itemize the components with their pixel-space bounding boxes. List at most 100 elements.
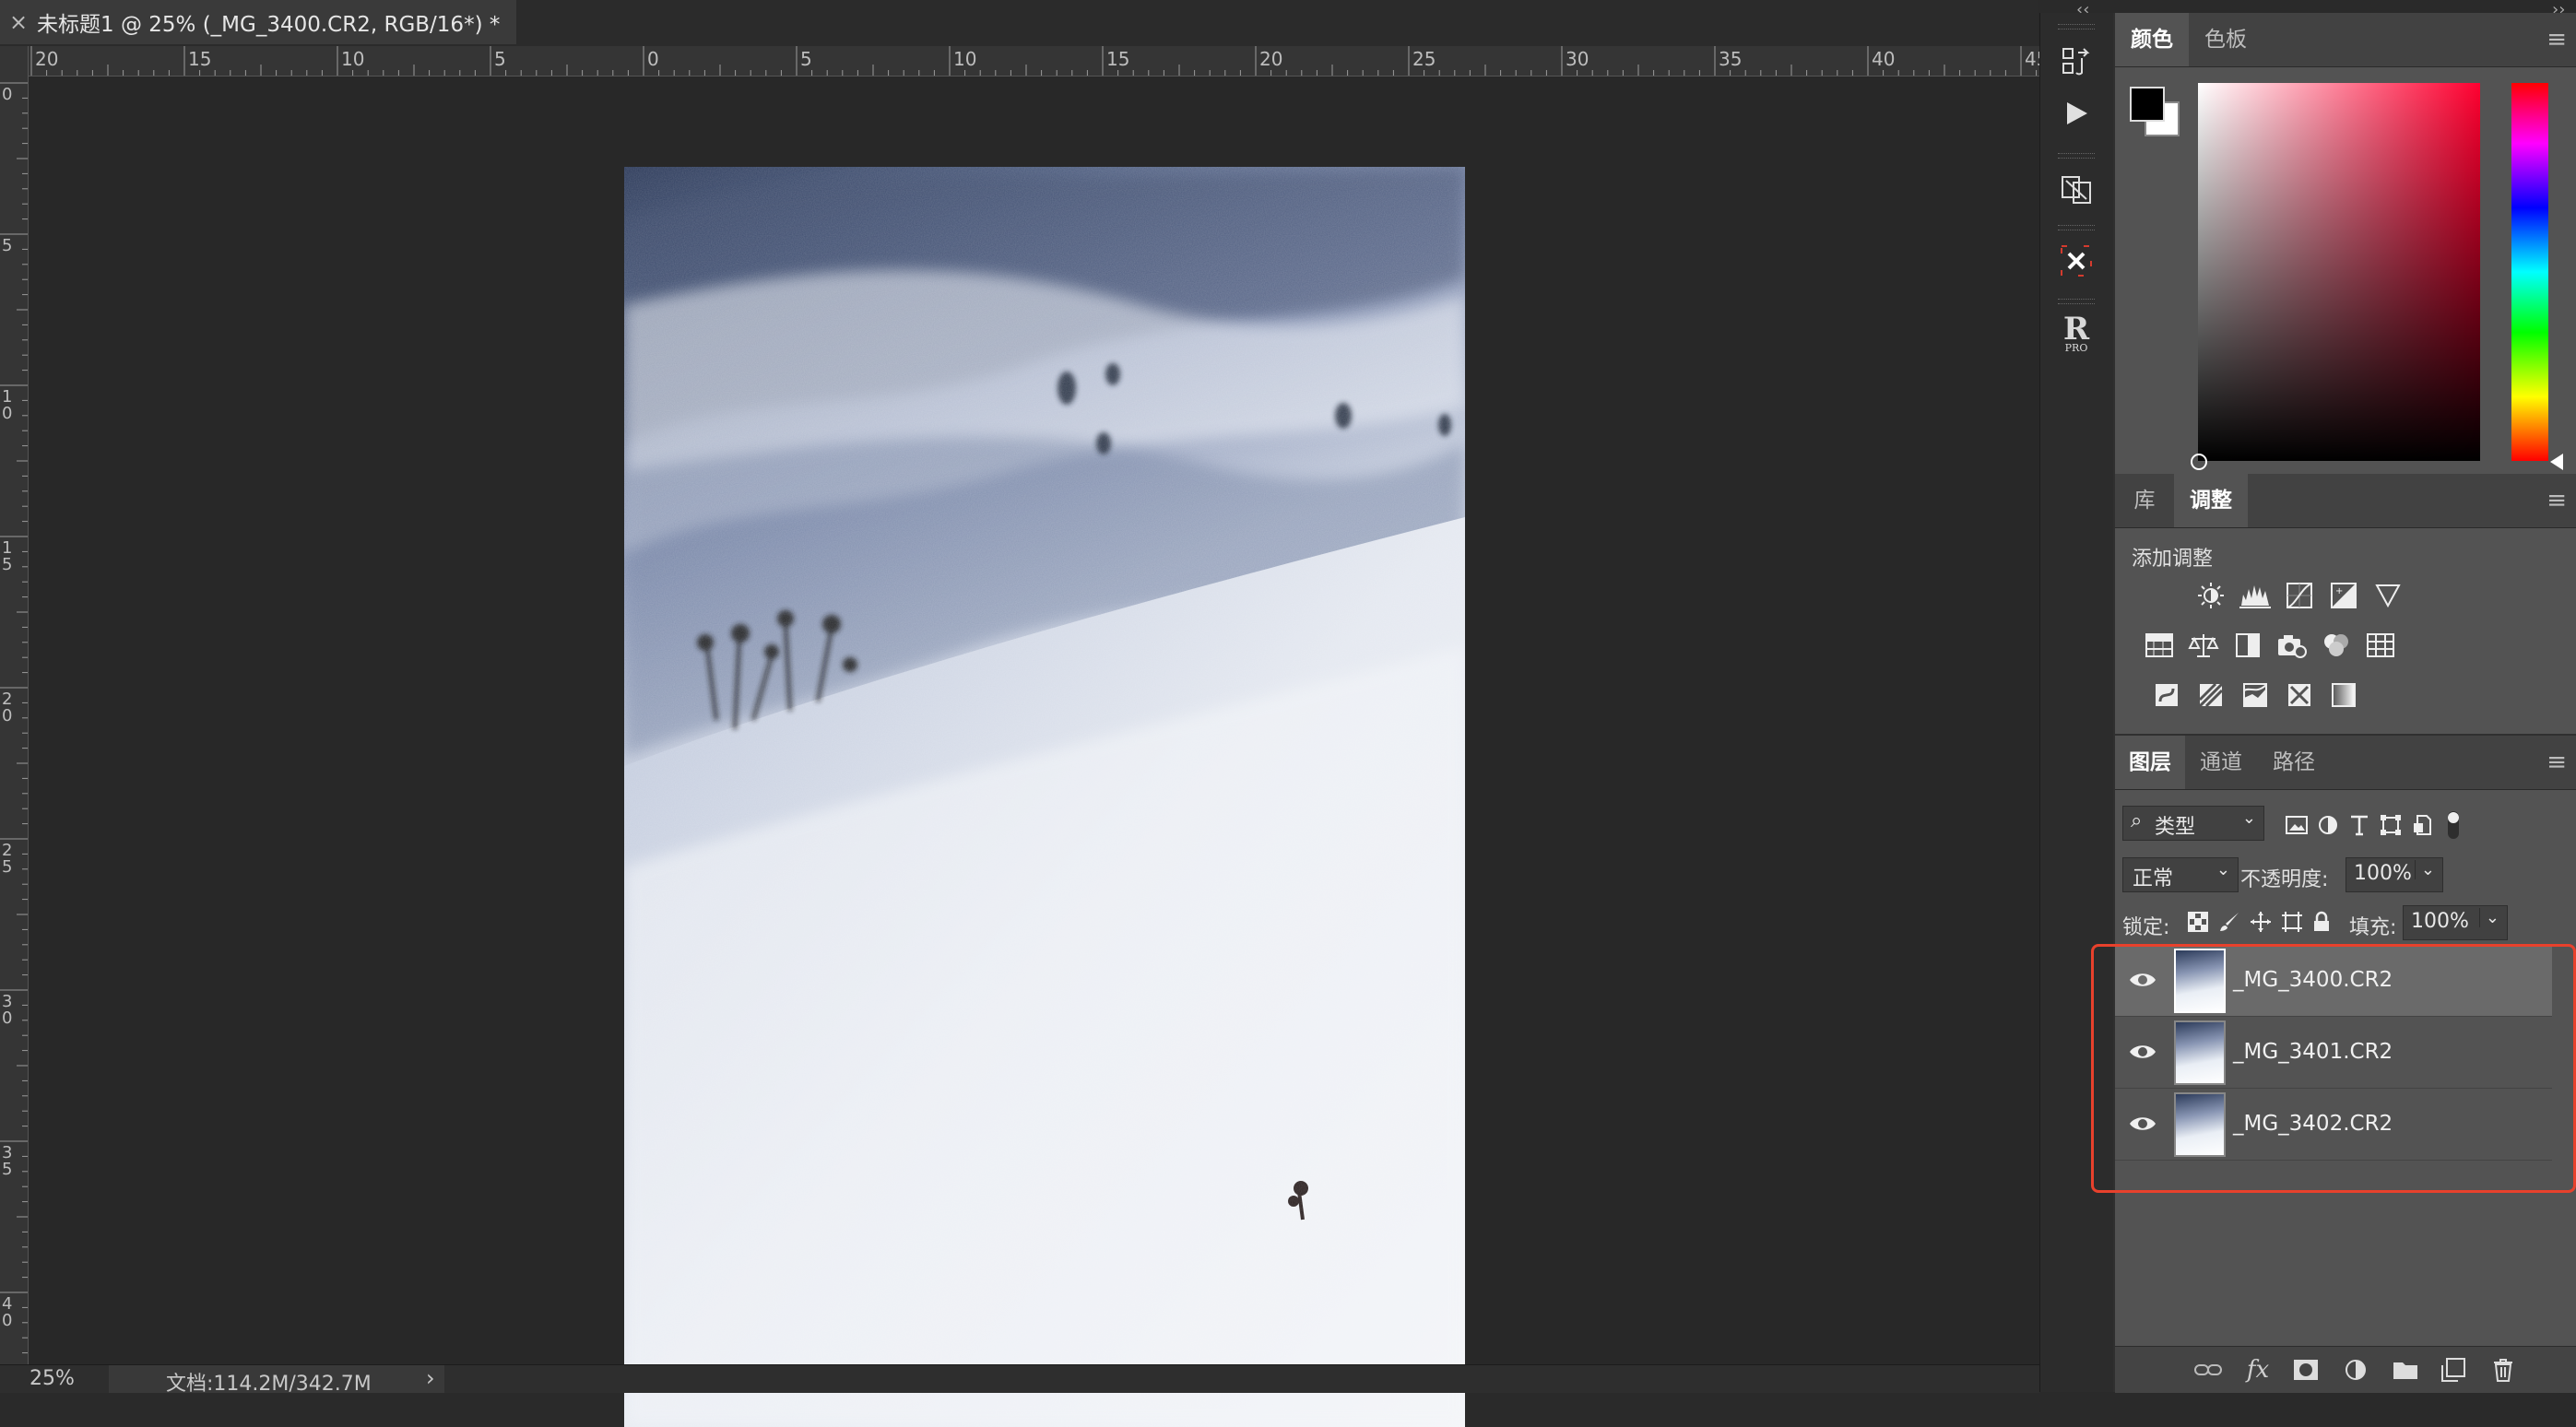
svg-text:+: + [2335,586,2343,596]
filter-smart-object-icon[interactable] [2406,809,2438,841]
history-brush-icon[interactable] [2041,33,2111,90]
strip-grip[interactable] [2058,225,2095,230]
black-white-icon[interactable] [2229,627,2266,664]
color-picker-marker[interactable] [2191,454,2207,470]
tab-adjustments[interactable]: 调整 [2174,474,2248,527]
lock-position-icon[interactable] [2246,907,2275,937]
document-canvas-image[interactable] [624,167,1465,1427]
color-panel: 颜色 色板 ≡ [2115,13,2576,474]
selective-color-icon[interactable] [2281,677,2318,714]
strip-grip[interactable] [2058,153,2095,159]
layer-filter-select[interactable]: ⌕ 类型 ⌄ [2122,806,2264,841]
tab-color[interactable]: 颜色 [2115,13,2189,66]
ruler-label: 40 [1872,48,1896,70]
horizontal-ruler[interactable]: 201510505101520253035404550 [28,46,2039,77]
close-document-icon[interactable]: × [0,9,37,35]
channel-mixer-icon[interactable] [2318,627,2355,664]
gradient-map-icon[interactable] [2325,677,2362,714]
strip-grip[interactable] [2058,299,2095,304]
document-title: 未标题1 @ 25% (_MG_3400.CR2, RGB/16*) * [37,13,501,37]
trash-icon[interactable] [2487,1354,2519,1386]
color-balance-icon[interactable] [2185,627,2222,664]
ruler-label: 5 [2,236,13,255]
ruler-label: 45 [2025,48,2039,70]
add-mask-icon[interactable] [2290,1354,2322,1386]
color-lookup-icon[interactable] [2362,627,2399,664]
link-layers-icon[interactable] [2192,1354,2224,1386]
filter-adjustment-icon[interactable] [2312,809,2344,841]
posterize-icon[interactable] [2192,677,2229,714]
chevron-down-icon[interactable]: ⌄ [2478,908,2499,927]
ruler-label: 15 [2,538,13,574]
opacity-label: 不透明度: [2240,868,2329,891]
foreground-color-swatch[interactable] [2130,87,2165,122]
photo-filter-icon[interactable] [2274,627,2310,664]
close-plugin-icon[interactable] [2041,232,2111,289]
fx-icon[interactable]: fx [2242,1354,2274,1386]
tab-swatches[interactable]: 色板 [2189,13,2263,66]
filter-shape-icon[interactable] [2375,809,2406,841]
color-picker-field[interactable] [2198,83,2480,461]
curves-icon[interactable] [2281,577,2318,614]
new-group-icon[interactable] [2390,1354,2421,1386]
opacity-input[interactable]: 100% ⌄ [2346,857,2443,892]
document-tab-bar: × 未标题1 @ 25% (_MG_3400.CR2, RGB/16*) * [0,0,2038,47]
brightness-contrast-icon[interactable] [2192,577,2229,614]
plugin-letter: R [2062,311,2090,348]
tab-channels[interactable]: 通道 [2185,736,2257,789]
ruler-label: 20 [2,690,13,725]
panel-menu-icon[interactable]: ≡ [2546,749,2567,776]
hue-saturation-icon[interactable] [2141,627,2178,664]
fill-input[interactable]: 100% ⌄ [2403,905,2508,940]
layers-footer-toolbar: fx [2115,1346,2576,1393]
tab-layers[interactable]: 图层 [2115,736,2185,789]
snow-slope-photo [624,167,1465,1427]
clone-source-icon[interactable] [2041,160,2111,218]
panel-menu-icon[interactable]: ≡ [2546,26,2567,53]
lock-transparency-icon[interactable] [2183,907,2213,937]
ruler-label: 5 [800,48,812,70]
lock-pixels-icon[interactable] [2215,907,2244,937]
panel-menu-icon[interactable]: ≡ [2546,487,2567,514]
threshold-icon[interactable] [2237,677,2274,714]
retouch-pro-icon[interactable]: R PRO [2041,306,2111,363]
ruler-label: 20 [1259,48,1283,70]
document-tab[interactable]: × 未标题1 @ 25% (_MG_3400.CR2, RGB/16*) * [0,0,516,44]
vibrance-icon[interactable] [2369,577,2406,614]
new-layer-icon[interactable] [2438,1354,2469,1386]
invert-icon[interactable] [2148,677,2185,714]
tab-paths[interactable]: 路径 [2257,736,2331,789]
levels-icon[interactable] [2237,577,2274,614]
ruler-label: 35 [2,1143,13,1179]
lock-all-icon[interactable] [2307,907,2336,937]
adjustments-heading: 添加调整 [2132,548,2214,571]
annotation-highlight-box [2091,944,2576,1193]
new-adjustment-icon[interactable] [2340,1354,2371,1386]
exposure-icon[interactable]: + [2325,577,2362,614]
ruler-label: 25 [2,841,13,877]
ruler-label: 10 [953,48,977,70]
ruler-label: 35 [1719,48,1743,70]
filter-toggle-icon[interactable] [2438,809,2469,841]
color-panel-tabs: 颜色 色板 ≡ [2115,13,2576,67]
tab-libraries[interactable]: 库 [2115,474,2174,527]
status-menu-arrow-icon[interactable]: › [426,1365,435,1391]
vertical-ruler[interactable]: 051015202530354045 [0,46,29,1364]
ruler-label: 25 [1412,48,1436,70]
play-action-icon[interactable] [2041,85,2111,142]
fill-label: 填充: [2349,916,2397,939]
filter-type-icon[interactable] [2344,809,2375,841]
hue-slider[interactable] [2511,83,2548,461]
filter-pixel-icon[interactable] [2281,809,2312,841]
canvas-workspace[interactable] [29,77,2039,1427]
lock-artboard-icon[interactable] [2277,907,2307,937]
strip-grip[interactable] [2058,24,2095,29]
zoom-level[interactable]: 25% [30,1367,75,1390]
ruler-label: 20 [35,48,59,70]
status-bar: 25% 文档:114.2M/342.7M › [0,1364,2039,1396]
ruler-label: 10 [2,387,13,423]
hue-slider-handle[interactable] [2550,454,2563,470]
chevron-down-icon[interactable]: ⌄ [2414,860,2435,879]
blend-mode-select[interactable]: 正常 ⌄ [2122,857,2239,892]
chevron-down-icon: ⌄ [2216,860,2230,879]
